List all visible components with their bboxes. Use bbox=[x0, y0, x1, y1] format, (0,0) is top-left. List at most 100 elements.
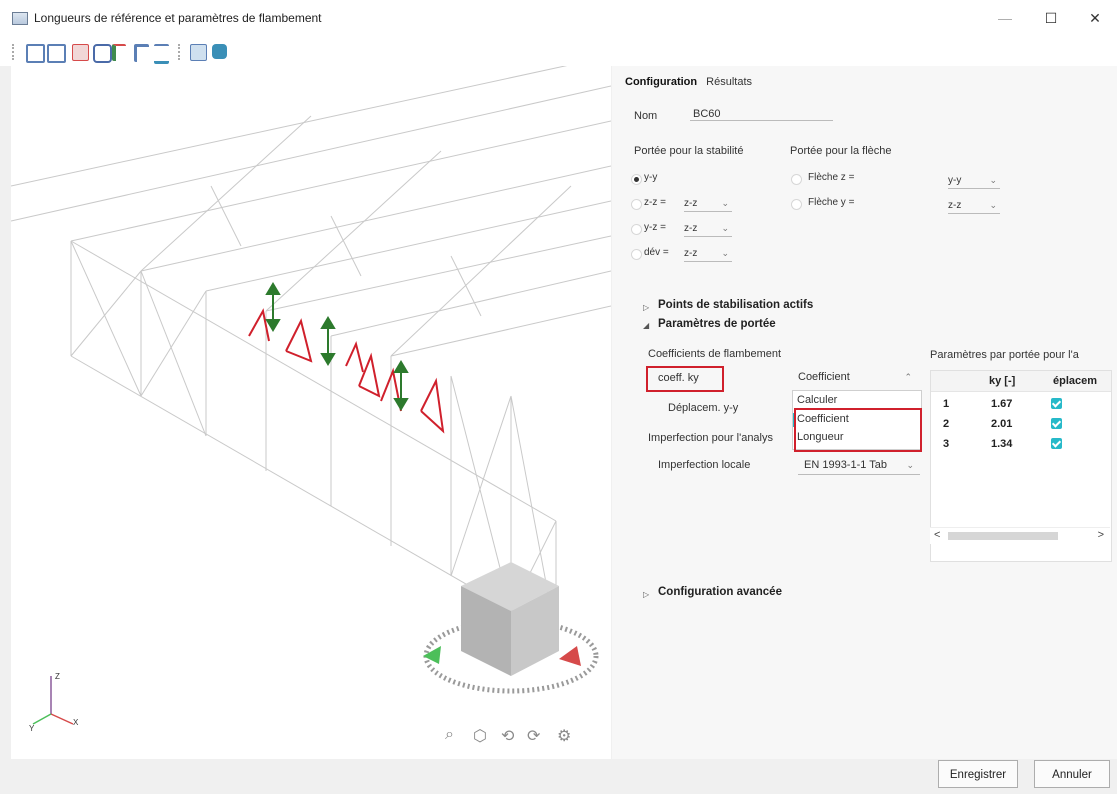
chevron-down-icon: ⌄ bbox=[906, 460, 914, 470]
radio-dev[interactable] bbox=[631, 249, 642, 260]
rotate-alt-icon[interactable]: ⟳ bbox=[527, 726, 540, 746]
grid-title: Paramètres par portée pour l'a bbox=[930, 349, 1079, 361]
highlight-coeff-ky bbox=[646, 366, 724, 392]
radio-zz[interactable] bbox=[631, 199, 642, 210]
grid-checkbox[interactable] bbox=[1051, 418, 1062, 429]
dropdown-option-calculer[interactable]: Calculer bbox=[797, 394, 837, 406]
fleche-y-label: Flèche y = bbox=[808, 197, 855, 208]
fleche-z-select[interactable]: y-y ⌄ bbox=[948, 173, 1000, 189]
dev-select[interactable]: z-z ⌄ bbox=[684, 246, 732, 262]
deplacem-label: Déplacem. y-y bbox=[668, 402, 739, 414]
imperfection-locale-label: Imperfection locale bbox=[658, 459, 751, 471]
radio-fleche-y[interactable] bbox=[791, 199, 802, 210]
scroll-left-icon[interactable]: < bbox=[934, 529, 940, 541]
frame-icon[interactable] bbox=[26, 44, 45, 63]
fleche-z-value: y-y bbox=[948, 175, 962, 186]
cancel-button[interactable]: Annuler bbox=[1034, 760, 1110, 788]
toolbar-separator bbox=[178, 44, 184, 60]
toolbar bbox=[0, 36, 1117, 66]
grid-row-index: 2 bbox=[943, 418, 950, 430]
scroll-thumb[interactable] bbox=[948, 532, 1058, 540]
view-cube[interactable] bbox=[423, 562, 599, 694]
save-button[interactable]: Enregistrer bbox=[938, 760, 1018, 788]
dev-select-value: z-z bbox=[684, 248, 698, 259]
chevron-down-icon: ⌄ bbox=[989, 200, 997, 210]
toolbar-grip[interactable] bbox=[12, 44, 18, 60]
rotate-icon[interactable]: ⟲ bbox=[501, 726, 514, 746]
radio-yz[interactable] bbox=[631, 224, 642, 235]
imperfection-locale-value: EN 1993-1-1 Tab bbox=[804, 459, 887, 471]
axis-z-label: Z bbox=[55, 672, 60, 681]
yz-select-value: z-z bbox=[684, 223, 698, 234]
member-red-icon[interactable] bbox=[72, 44, 89, 61]
tab-bar: Configuration Résultats bbox=[625, 76, 758, 88]
expand-arrow-icon[interactable]: ▷ bbox=[643, 303, 649, 312]
coefficients-label: Coefficients de flambement bbox=[648, 348, 782, 360]
grid-checkbox[interactable] bbox=[1051, 438, 1062, 449]
zoom-extents-icon[interactable]: ⌕ bbox=[445, 726, 454, 744]
grid-cell-ky[interactable]: 2.01 bbox=[991, 415, 1012, 433]
axis-y-label: Y bbox=[29, 724, 35, 733]
expand-arrow-icon[interactable]: ▷ bbox=[643, 590, 649, 599]
tab-resultats[interactable]: Résultats bbox=[706, 76, 752, 88]
layers-icon[interactable] bbox=[93, 44, 112, 63]
cable-icon[interactable] bbox=[154, 44, 169, 64]
settings-gear-icon[interactable]: ⚙ bbox=[557, 726, 571, 746]
radio-yy[interactable] bbox=[631, 174, 642, 185]
view-3d-icon[interactable]: ⬡ bbox=[473, 726, 487, 746]
grid-row-index: 1 bbox=[943, 398, 950, 410]
3d-viewport[interactable]: Z Y X ⌕ ⬡ ⟲ ⟳ ⚙ bbox=[11, 66, 611, 759]
coeff-select-value: Coefficient bbox=[798, 371, 850, 383]
section-points-stabilisation[interactable]: Points de stabilisation actifs bbox=[658, 299, 813, 311]
tab-configuration[interactable]: Configuration bbox=[625, 76, 697, 88]
fleche-header: Portée pour la flèche bbox=[790, 145, 892, 157]
coeff-select[interactable]: Coefficient ⌃ bbox=[792, 367, 920, 387]
scroll-right-icon[interactable]: > bbox=[1098, 529, 1104, 541]
grid-row-index: 3 bbox=[943, 438, 950, 450]
window-title: Longueurs de référence et paramètres de … bbox=[34, 11, 322, 25]
chevron-down-icon: ⌄ bbox=[721, 198, 729, 208]
section-parametres-portee[interactable]: Paramètres de portée bbox=[658, 318, 776, 330]
radio-zz-label: z-z = bbox=[644, 197, 666, 208]
chevron-up-icon: ⌃ bbox=[904, 372, 912, 382]
radio-fleche-z[interactable] bbox=[791, 174, 802, 185]
highlight-dropdown-options bbox=[794, 408, 922, 452]
maximize-button[interactable]: ☐ bbox=[1036, 6, 1066, 30]
render-icon[interactable] bbox=[212, 44, 227, 59]
radio-dev-label: dév = bbox=[644, 247, 669, 258]
grid-header-ky: ky [-] bbox=[989, 375, 1016, 387]
chevron-down-icon: ⌄ bbox=[721, 248, 729, 258]
grid-horizontal-scrollbar[interactable]: < > bbox=[930, 527, 1110, 544]
nom-input[interactable]: BC60 bbox=[690, 108, 833, 121]
zz-select-value: z-z bbox=[684, 198, 698, 209]
radio-yy-label: y-y bbox=[644, 172, 658, 183]
axis-x-label: X bbox=[73, 718, 79, 727]
table-icon[interactable] bbox=[190, 44, 207, 61]
fleche-y-select[interactable]: z-z ⌄ bbox=[948, 198, 1000, 214]
nom-label: Nom bbox=[634, 110, 658, 122]
grid-cell-ky[interactable]: 1.67 bbox=[991, 395, 1012, 413]
fleche-z-label: Flèche z = bbox=[808, 172, 855, 183]
support-icon[interactable] bbox=[112, 44, 126, 61]
fleche-y-value: z-z bbox=[948, 200, 962, 211]
zz-select[interactable]: z-z ⌄ bbox=[684, 196, 732, 212]
section-configuration-avancee[interactable]: Configuration avancée bbox=[658, 586, 782, 598]
chevron-down-icon: ⌄ bbox=[721, 223, 729, 233]
grid-checkbox[interactable] bbox=[1051, 398, 1062, 409]
chevron-down-icon: ⌄ bbox=[989, 175, 997, 185]
app-icon bbox=[12, 12, 28, 25]
imperfection-analyse-label: Imperfection pour l'analys bbox=[648, 432, 773, 444]
collapse-arrow-icon[interactable]: ◢ bbox=[643, 321, 649, 330]
grid-cell-ky[interactable]: 1.34 bbox=[991, 435, 1012, 453]
grid-header-deplacem: éplacem bbox=[1053, 375, 1098, 387]
yz-select[interactable]: z-z ⌄ bbox=[684, 221, 732, 237]
bracket-icon[interactable] bbox=[134, 44, 149, 62]
close-button[interactable]: ✕ bbox=[1080, 6, 1110, 30]
structure-wireframe bbox=[11, 66, 611, 725]
title-bar: Longueurs de référence et paramètres de … bbox=[0, 0, 1117, 37]
stab-header: Portée pour la stabilité bbox=[634, 145, 744, 157]
radio-yz-label: y-z = bbox=[644, 222, 666, 233]
minimize-button[interactable]: — bbox=[990, 6, 1020, 30]
frame-icon-2[interactable] bbox=[47, 44, 66, 63]
imperfection-locale-select[interactable]: EN 1993-1-1 Tab ⌄ bbox=[798, 455, 920, 475]
